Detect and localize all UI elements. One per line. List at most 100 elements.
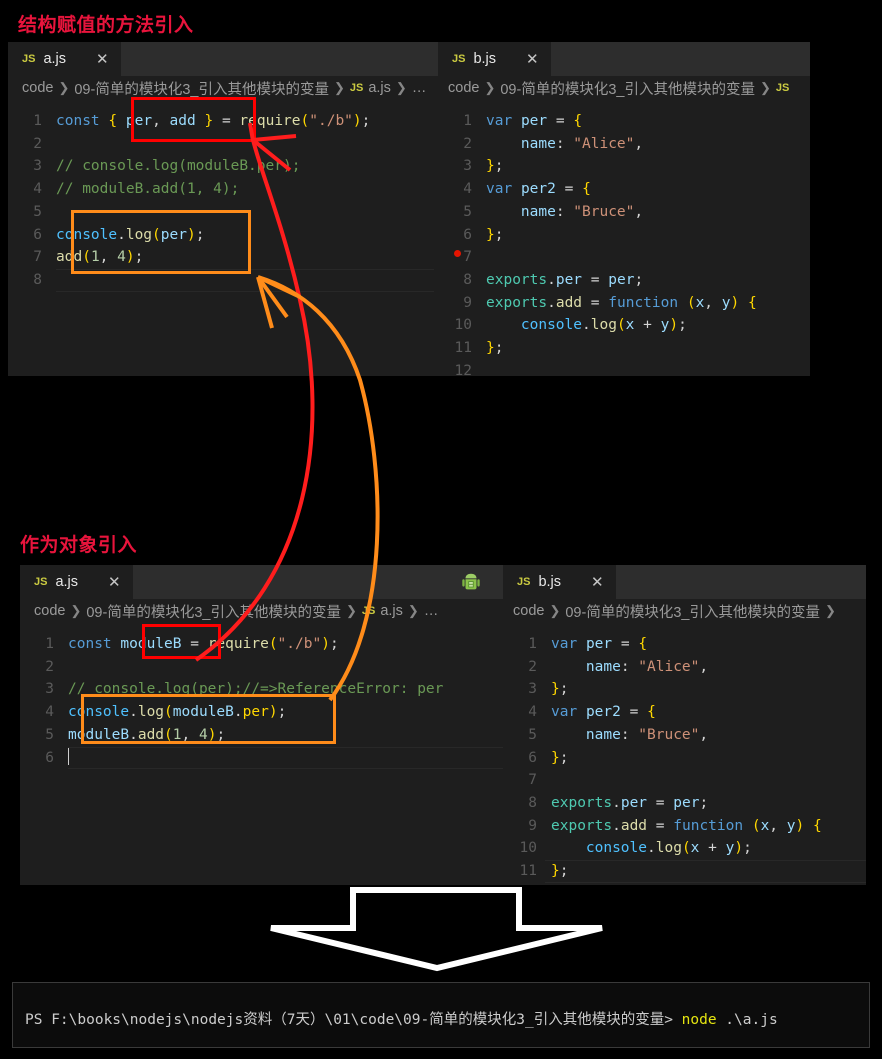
js-file-icon: JS <box>517 576 531 588</box>
chevron-right-icon: ❯ <box>70 603 82 618</box>
tab-a-js[interactable]: JS a.js ✕ <box>20 565 133 599</box>
code-area-bottom-right[interactable]: 1 2 3 4 5 6 7 8 9 10 11 var per = { name… <box>503 633 866 885</box>
editor-window-top: JS a.js ✕ code ❯ 09-简单的模块化3_引入其他模块的变量 ❯ … <box>8 42 810 376</box>
terminal-command-line: PS F:\books\nodejs\nodejs资料（7天）\01\code\… <box>25 1010 869 1031</box>
line-number: 4 <box>528 704 537 721</box>
tab-label: a.js <box>55 574 79 590</box>
code-line: exports.add = function (x, y) { <box>551 817 822 834</box>
js-file-icon: JS <box>775 82 790 94</box>
breadcrumb-more[interactable]: … <box>424 603 439 619</box>
code-line: name: "Alice", <box>585 658 709 675</box>
code-line: // console.log(per);//=>ReferenceError: … <box>68 681 444 698</box>
code-line-cursor <box>68 747 69 770</box>
code-line: // moduleB.add(1, 4); <box>56 181 240 198</box>
line-number: 4 <box>463 181 472 198</box>
section-title-object-import: 作为对象引入 <box>20 535 138 556</box>
chevron-right-icon: ❯ <box>759 80 771 95</box>
line-number: 6 <box>528 749 537 766</box>
editor-pane-bottom-right: JS b.js ✕ code ❯ 09-简单的模块化3_引入其他模块的变量 ❯ … <box>503 565 866 885</box>
tab-b-js[interactable]: JS b.js ✕ <box>503 565 616 599</box>
breadcrumb-root[interactable]: code <box>448 80 479 96</box>
breadcrumb-root[interactable]: code <box>22 80 53 96</box>
line-number: 10 <box>519 840 537 857</box>
close-icon[interactable]: ✕ <box>74 52 109 67</box>
line-number: 2 <box>45 658 54 675</box>
line-number: 7 <box>33 249 42 266</box>
line-number: 1 <box>528 636 537 652</box>
line-number: 2 <box>528 658 537 675</box>
code-area-bottom-left[interactable]: 1 2 3 4 5 6 const moduleB = require("./b… <box>20 633 503 885</box>
line-number: 5 <box>45 726 54 743</box>
breadcrumb-more[interactable]: … <box>412 80 427 96</box>
tab-bar-empty-space <box>132 565 503 599</box>
line-number: 8 <box>33 271 42 288</box>
code-line: name: "Alice", <box>520 135 644 152</box>
line-number: 7 <box>463 249 472 266</box>
line-number: 8 <box>528 794 537 811</box>
breadcrumb-top-left: code ❯ 09-简单的模块化3_引入其他模块的变量 ❯ JS a.js ❯ … <box>8 76 438 100</box>
line-number: 4 <box>45 704 54 721</box>
terminal-arg: .\a.js <box>716 1012 778 1028</box>
breadcrumb-root[interactable]: code <box>513 603 544 619</box>
code-area-top-left[interactable]: 1 2 3 4 5 6 7 8 const { per, add } = req… <box>8 110 438 376</box>
code-line: console.log(moduleB.per); <box>68 704 287 721</box>
breadcrumb-root[interactable]: code <box>34 603 65 619</box>
code-area-top-right[interactable]: 1 2 3 4 5 6 7 8 9 10 11 12 var per = { n… <box>438 110 810 376</box>
tab-label: b.js <box>473 51 497 67</box>
breadcrumb-top-right: code ❯ 09-简单的模块化3_引入其他模块的变量 ❯ JS <box>438 76 810 100</box>
breadcrumb-file[interactable]: a.js <box>368 80 391 96</box>
line-number: 5 <box>463 203 472 220</box>
code-line: var per2 = { <box>486 181 591 198</box>
close-icon[interactable]: ✕ <box>504 52 539 67</box>
breadcrumb-folder[interactable]: 09-简单的模块化3_引入其他模块的变量 <box>86 601 341 622</box>
close-icon[interactable]: ✕ <box>569 575 604 590</box>
code-line: const moduleB = require("./b"); <box>68 636 339 652</box>
editor-pane-top-left: JS a.js ✕ code ❯ 09-简单的模块化3_引入其他模块的变量 ❯ … <box>8 42 438 376</box>
line-number: 9 <box>528 817 537 834</box>
line-number: 3 <box>463 158 472 175</box>
code-line: }; <box>551 681 569 698</box>
editor-pane-top-right: JS b.js ✕ code ❯ 09-简单的模块化3_引入其他模块的变量 ❯ … <box>438 42 810 376</box>
line-number: 2 <box>33 135 42 152</box>
line-number: 12 <box>454 362 472 376</box>
chevron-right-icon: ❯ <box>824 603 836 618</box>
tab-b-js[interactable]: JS b.js ✕ <box>438 42 551 76</box>
chevron-right-icon: ❯ <box>333 80 345 95</box>
line-number: 1 <box>463 113 472 129</box>
breadcrumb-folder[interactable]: 09-简单的模块化3_引入其他模块的变量 <box>500 78 755 99</box>
breadcrumb-bottom-left: code ❯ 09-简单的模块化3_引入其他模块的变量 ❯ JS a.js ❯ … <box>20 599 503 623</box>
tab-label: b.js <box>538 574 562 590</box>
terminal-panel[interactable]: PS F:\books\nodejs\nodejs资料（7天）\01\code\… <box>12 982 870 1048</box>
code-line: exports.per = per; <box>551 794 709 811</box>
code-line: }; <box>486 340 504 356</box>
section-title-destructuring: 结构赋值的方法引入 <box>18 15 194 36</box>
breadcrumb-folder[interactable]: 09-简单的模块化3_引入其他模块的变量 <box>74 78 329 99</box>
tab-bar-bottom-left: JS a.js ✕ <box>20 565 503 599</box>
editor-pane-bottom-left: JS a.js ✕ code ❯ 09-简单的模块化3_引入其他模块的变量 ❯ … <box>20 565 503 885</box>
breadcrumb-file[interactable]: a.js <box>380 603 403 619</box>
android-run-icon[interactable] <box>460 571 482 593</box>
code-line: console.log(x + y); <box>585 840 752 857</box>
tab-label: a.js <box>43 51 67 67</box>
line-number: 5 <box>33 203 42 220</box>
js-file-icon: JS <box>452 53 466 65</box>
line-number: 1 <box>45 636 54 652</box>
code-line: }; <box>486 158 504 175</box>
editor-window-bottom: JS a.js ✕ code ❯ 09-简单的模块化3_引入其他模块的变量 ❯ … <box>20 565 866 885</box>
line-number: 7 <box>528 772 537 789</box>
line-number: 3 <box>33 158 42 175</box>
code-line: // console.log(moduleB.per); <box>56 158 301 175</box>
tab-a-js[interactable]: JS a.js ✕ <box>8 42 121 76</box>
code-line: exports.per = per; <box>486 271 644 288</box>
code-line: moduleB.add(1, 4); <box>68 726 226 743</box>
line-number: 11 <box>519 863 537 879</box>
breadcrumb-folder[interactable]: 09-简单的模块化3_引入其他模块的变量 <box>565 601 820 622</box>
code-line: }; <box>551 749 569 766</box>
chevron-right-icon: ❯ <box>484 80 496 95</box>
terminal-prompt: PS F:\books\nodejs\nodejs资料（7天）\01\code\… <box>25 1012 682 1028</box>
chevron-right-icon: ❯ <box>345 603 357 618</box>
close-icon[interactable]: ✕ <box>86 575 121 590</box>
code-line: console.log(per); <box>56 226 205 243</box>
code-line: name: "Bruce", <box>585 726 709 743</box>
line-number: 2 <box>463 135 472 152</box>
